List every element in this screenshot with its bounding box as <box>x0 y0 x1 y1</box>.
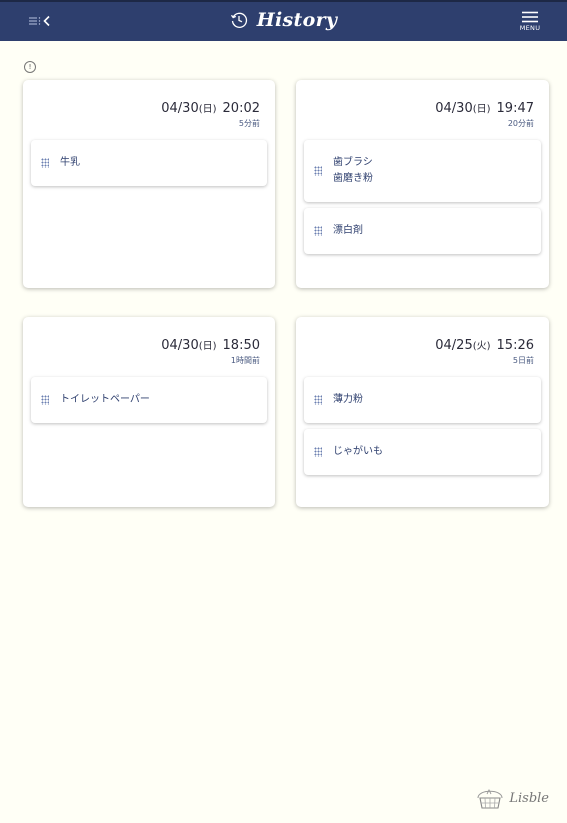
item-name: 漂白剤 <box>333 225 363 236</box>
list-item[interactable]: 歯ブラシ 歯磨き粉 <box>304 140 541 202</box>
item-list: 牛乳 <box>31 140 267 192</box>
card-time: 15:26 <box>496 338 534 353</box>
app-header: History MENU <box>0 0 567 41</box>
card-date: 04/30 <box>161 101 199 116</box>
list-item[interactable]: 漂白剤 <box>304 208 541 254</box>
card-date: 04/30 <box>161 338 199 353</box>
list-item[interactable]: じゃがいも <box>304 429 541 475</box>
card-time: 20:02 <box>222 101 260 116</box>
drag-handle-icon[interactable] <box>314 395 322 405</box>
card-elapsed: 5分前 <box>238 119 260 128</box>
card-elapsed: 20分前 <box>507 119 534 128</box>
item-name: 歯磨き粉 <box>333 173 373 184</box>
drag-handle-icon[interactable] <box>41 395 49 405</box>
history-card[interactable]: 04/25(火) 15:26 5日前 薄力粉 じゃがいも <box>296 317 549 507</box>
card-date: 04/30 <box>435 101 473 116</box>
card-time: 18:50 <box>222 338 260 353</box>
item-name: 牛乳 <box>60 157 80 168</box>
card-date: 04/25 <box>435 338 473 353</box>
item-name: じゃがいも <box>333 446 383 457</box>
drag-handle-icon[interactable] <box>314 226 322 236</box>
page-title: History <box>256 9 338 31</box>
drag-handle-icon[interactable] <box>314 166 322 176</box>
history-card[interactable]: 04/30(日) 18:50 1時間前 トイレットペーパー <box>23 317 275 507</box>
item-list: 歯ブラシ 歯磨き粉 漂白剤 <box>304 140 541 260</box>
history-card[interactable]: 04/30(日) 19:47 20分前 歯ブラシ 歯磨き粉 漂白剤 <box>296 80 549 288</box>
card-weekday: (日) <box>472 104 491 115</box>
card-timestamp: 04/25(火) 15:26 5日前 <box>435 337 534 366</box>
list-item[interactable]: トイレットペーパー <box>31 377 267 423</box>
item-name: トイレットペーパー <box>60 394 150 405</box>
history-card[interactable]: 04/30(日) 20:02 5分前 牛乳 <box>23 80 275 288</box>
card-elapsed: 1時間前 <box>230 356 260 365</box>
item-list: 薄力粉 じゃがいも <box>304 377 541 481</box>
card-elapsed: 5日前 <box>512 356 534 365</box>
shopping-basket-logo-icon <box>477 788 503 809</box>
drag-handle-icon[interactable] <box>41 158 49 168</box>
menu-button[interactable]: MENU <box>517 11 543 32</box>
app-logo: Lisble <box>474 785 549 811</box>
item-name: 歯ブラシ <box>333 157 373 168</box>
page-title-group: History <box>0 9 567 31</box>
history-clock-icon <box>230 12 247 28</box>
card-timestamp: 04/30(日) 19:47 20分前 <box>435 100 534 129</box>
card-timestamp: 04/30(日) 18:50 1時間前 <box>161 337 260 366</box>
item-name: 薄力粉 <box>333 394 363 405</box>
item-list: トイレットペーパー <box>31 377 267 429</box>
card-weekday: (火) <box>472 341 491 352</box>
hamburger-icon <box>522 11 538 23</box>
drag-handle-icon[interactable] <box>314 447 322 457</box>
card-weekday: (日) <box>198 104 217 115</box>
list-item[interactable]: 薄力粉 <box>304 377 541 423</box>
card-time: 19:47 <box>496 101 534 116</box>
logo-text: Lisble <box>509 790 549 806</box>
list-item[interactable]: 牛乳 <box>31 140 267 186</box>
info-icon[interactable]: ! <box>24 61 36 73</box>
card-weekday: (日) <box>198 341 217 352</box>
menu-label: MENU <box>519 24 541 32</box>
card-timestamp: 04/30(日) 20:02 5分前 <box>161 100 260 129</box>
